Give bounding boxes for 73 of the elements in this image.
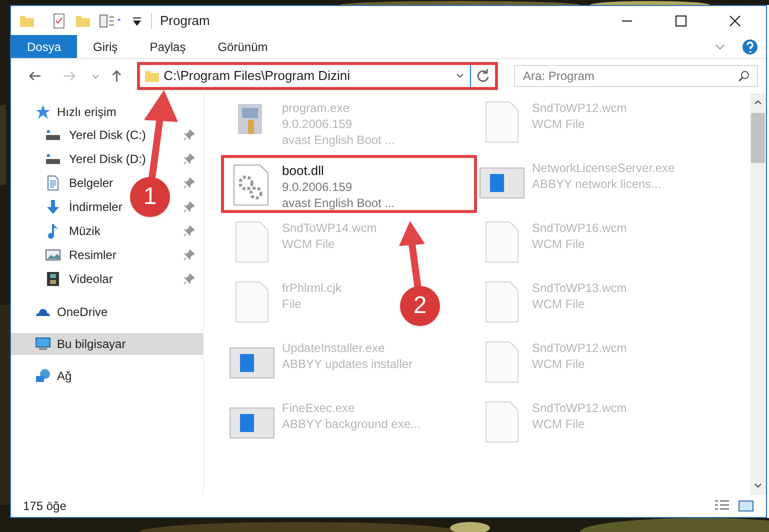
pin-icon[interactable] xyxy=(183,201,195,213)
file-name: boot.dll xyxy=(282,163,325,179)
file-name: SndToWP12.wcm xyxy=(532,400,627,416)
folder-icon xyxy=(144,68,160,84)
nav-item[interactable]: Ağ xyxy=(11,365,203,387)
download-arrow-icon xyxy=(45,199,61,215)
nav-item[interactable]: Resimler xyxy=(45,243,116,267)
pin-icon[interactable] xyxy=(183,225,195,237)
file-name: SndToWP13.wcm xyxy=(532,280,627,296)
file-name: SndToWP14.wcm xyxy=(282,220,377,236)
pin-icon[interactable] xyxy=(183,273,195,285)
ribbon-tab[interactable]: Paylaş xyxy=(134,35,202,58)
dropdown-caret-icon[interactable] xyxy=(131,14,143,26)
search-icon xyxy=(738,70,750,82)
large-icons-view-icon[interactable] xyxy=(738,498,754,514)
refresh-icon[interactable] xyxy=(475,68,492,84)
file-detail: WCM File xyxy=(532,356,586,372)
nav-item[interactable]: Hızlı erişim xyxy=(11,101,203,123)
drive-icon xyxy=(45,127,61,143)
pin-icon[interactable] xyxy=(183,177,195,189)
address-path: C:\Program Files\Program Dizini xyxy=(164,67,350,86)
file-detail: WCM File xyxy=(532,236,586,252)
file-detail: WCM File xyxy=(532,296,586,312)
file-detail: ABBYY background exe... xyxy=(282,416,421,432)
file-name: NetworkLicenseServer.exe xyxy=(532,160,675,176)
nav-item[interactable]: Müzik xyxy=(45,219,100,243)
help-icon[interactable] xyxy=(742,38,758,54)
nav-item[interactable]: Videolar xyxy=(45,267,113,291)
file-name: SndToWP12.wcm xyxy=(532,100,627,116)
film-icon xyxy=(45,271,61,287)
document-icon xyxy=(45,175,61,191)
scrollbar[interactable] xyxy=(750,93,766,495)
nav-item[interactable]: Yerel Disk (D:) xyxy=(45,147,146,171)
file-name: FineExec.exe xyxy=(282,400,356,416)
window-title: Program xyxy=(160,12,210,30)
file-name: SndToWP16.wcm xyxy=(532,220,627,236)
file-item[interactable]: boot.dll 9.0.2006.159 avast English Boot ... xyxy=(221,155,477,213)
file-name: program.exe xyxy=(282,100,350,116)
pin-icon[interactable] xyxy=(183,153,195,165)
file-detail: 9.0.2006.159 xyxy=(282,116,354,132)
ribbon-tab[interactable]: Giriş xyxy=(77,35,134,58)
monitor-icon xyxy=(35,336,51,352)
file-name: SndToWP12.wcm xyxy=(532,340,627,356)
file-detail: 9.0.2006.159 xyxy=(282,179,354,195)
file-detail: File xyxy=(282,296,302,312)
item-count: 175 öğe xyxy=(23,498,66,515)
nav-item[interactable]: Bu bilgisayar xyxy=(11,333,203,355)
scrollbar-thumb[interactable] xyxy=(751,113,765,163)
network-icon xyxy=(35,368,51,384)
file-detail: ABBYY network licens... xyxy=(532,176,662,192)
address-bar[interactable]: C:\Program Files\Program Dizini xyxy=(136,62,498,90)
file-detail: ABBYY updates installer xyxy=(282,356,413,372)
nav-item[interactable]: Yerel Disk (C:) xyxy=(45,123,146,147)
pin-icon[interactable] xyxy=(183,129,195,141)
file-detail: avast English Boot ... xyxy=(282,132,395,148)
search-field[interactable]: Ara: Program xyxy=(514,65,758,87)
drive-icon xyxy=(45,151,61,167)
file-detail: WCM File xyxy=(532,416,586,432)
file-detail: WCM File xyxy=(532,116,586,132)
nav-item[interactable]: İndirmeler xyxy=(45,195,122,219)
file-detail: avast English Boot ... xyxy=(282,195,395,211)
file-name: frPhlrml.cjk xyxy=(282,280,342,296)
picture-icon xyxy=(45,247,61,263)
view-options-icon[interactable] xyxy=(99,12,123,28)
file-detail: WCM File xyxy=(282,236,336,252)
ribbon-tab[interactable]: Dosya xyxy=(11,35,78,58)
star-icon xyxy=(35,104,51,120)
ribbon-tab[interactable]: Görünüm xyxy=(202,35,284,58)
nav-item[interactable]: Belgeler xyxy=(45,171,114,195)
properties-icon[interactable] xyxy=(51,12,67,28)
pin-icon[interactable] xyxy=(183,249,195,261)
nav-item[interactable]: OneDrive xyxy=(11,301,203,323)
file-name: UpdateInstaller.exe xyxy=(282,340,386,356)
